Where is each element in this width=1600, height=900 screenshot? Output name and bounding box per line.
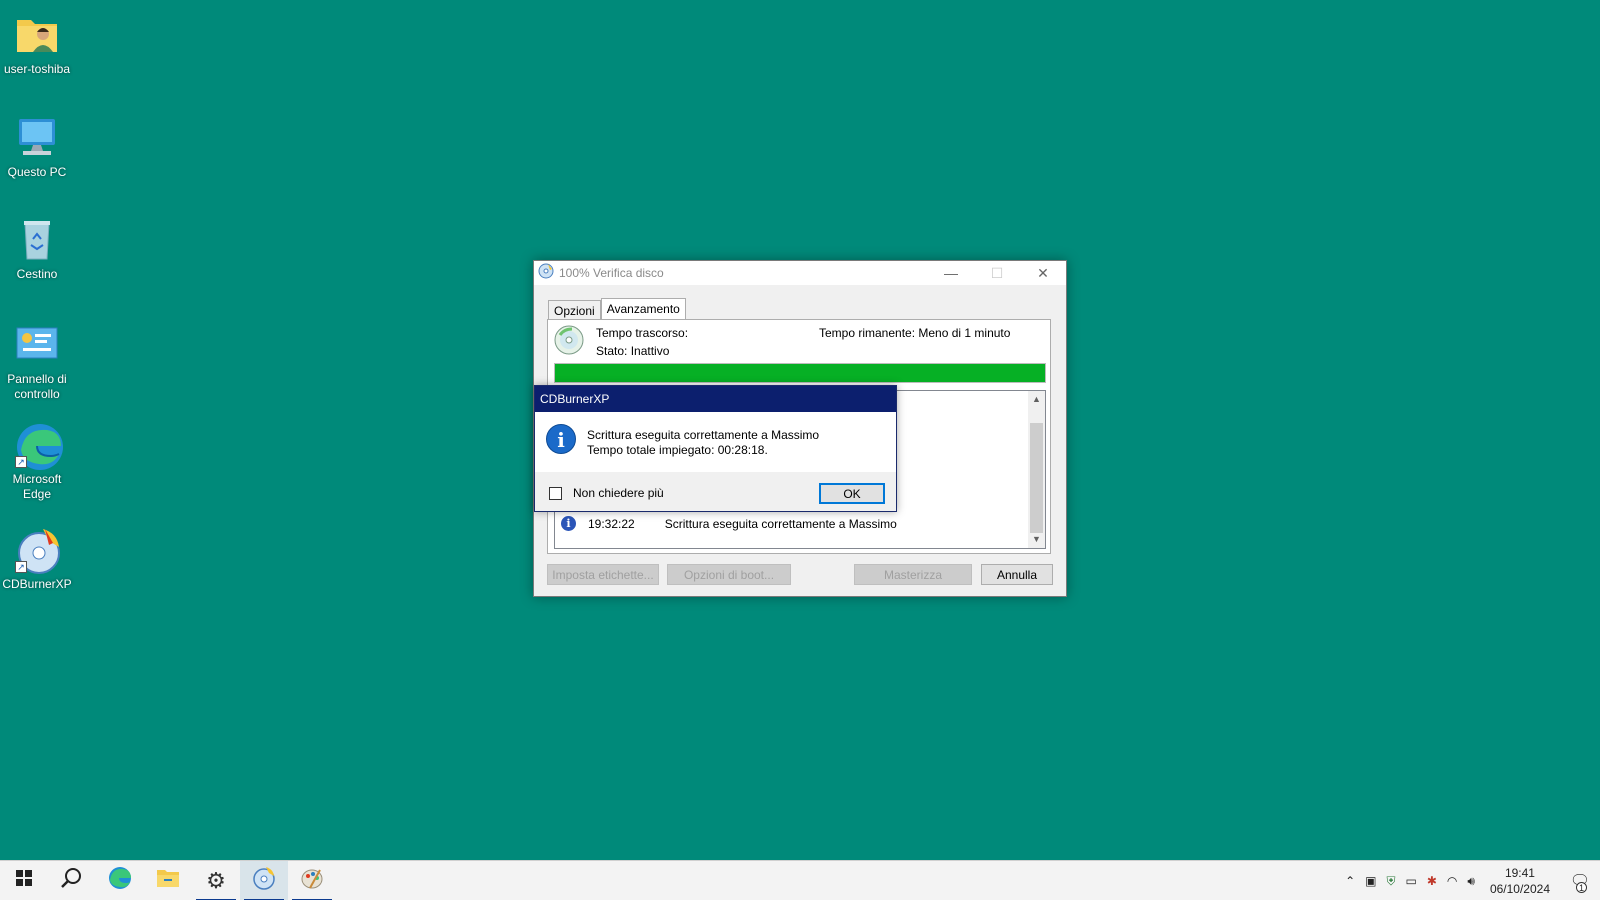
dialog-message-line1: Scrittura eseguita correttamente a Massi… [587, 428, 820, 442]
taskbar: ⚙ ⌃ ▣ ⛨ ▭ ✱ ◠ 🔊︎ 19:41 06/10/2024 🗨︎ 1 [0, 860, 1600, 900]
window-title: 100% Verifica disco [559, 266, 664, 280]
desktop-icon-label: Cestino [16, 267, 58, 281]
status-label: Stato: Inattivo [596, 344, 670, 358]
clock[interactable]: 19:41 06/10/2024 [1490, 865, 1550, 897]
dialog-message-line2: Tempo totale impiegato: 00:28:18. [587, 443, 768, 457]
notification-count: 1 [1576, 882, 1587, 893]
taskbar-paint[interactable] [288, 861, 336, 900]
log-scrollbar[interactable]: ▲ ▼ [1028, 391, 1045, 548]
dialog-title[interactable]: CDBurnerXP [535, 386, 896, 412]
windows-icon [16, 870, 32, 891]
desktop-icon-questo-pc[interactable]: Questo PC [0, 113, 74, 180]
cdburnerxp-icon: ↗ [13, 525, 61, 574]
desktop-icon-label: CDBurnerXP [2, 577, 72, 591]
chevron-up-icon[interactable]: ⌃ [1345, 874, 1355, 888]
wifi-icon[interactable]: ◠ [1447, 874, 1457, 888]
tray-network-drive-icon[interactable]: ▣ [1365, 874, 1376, 888]
desktop-icon-cdburnerxp[interactable]: ↗ CDBurnerXP [0, 525, 74, 592]
folder-icon [156, 868, 180, 893]
tray-app-icon[interactable]: ✱ [1427, 874, 1437, 888]
search-icon [61, 867, 83, 894]
control-panel-icon [13, 320, 61, 368]
search-button[interactable] [48, 861, 96, 900]
desktop-icon-user-toshiba[interactable]: user-toshiba [0, 10, 74, 77]
close-button[interactable]: ✕ [1020, 261, 1066, 285]
desktop-icon-cestino[interactable]: Cestino [0, 215, 74, 282]
ok-button[interactable]: OK [819, 483, 885, 504]
burn-button[interactable]: Masterizza [854, 564, 972, 585]
completion-dialog: CDBurnerXP i Scrittura eseguita corretta… [534, 385, 897, 512]
clock-date: 06/10/2024 [1489, 882, 1550, 896]
shortcut-arrow-icon: ↗ [15, 456, 27, 468]
tab-avanzamento[interactable]: Avanzamento [600, 298, 686, 321]
dont-ask-again-checkbox[interactable] [549, 487, 562, 500]
scroll-up-icon[interactable]: ▲ [1028, 391, 1045, 408]
notification-center-button[interactable]: 🗨︎ 1 [1560, 861, 1600, 900]
taskbar-settings[interactable]: ⚙ [192, 861, 240, 900]
recycle-bin-icon [13, 215, 61, 263]
elapsed-time-label: Tempo trascorso: [596, 326, 689, 340]
remaining-time-label: Tempo rimanente: Meno di 1 minuto [819, 326, 1011, 340]
cancel-button[interactable]: Annulla [981, 564, 1053, 585]
log-message: Scrittura eseguita correttamente a Massi… [664, 516, 897, 531]
system-tray: ⌃ ▣ ⛨ ▭ ✱ ◠ 🔊︎ 19:41 06/10/2024 🗨︎ 1 [1340, 861, 1600, 900]
progress-bar [554, 363, 1046, 383]
start-button[interactable] [0, 861, 48, 900]
set-labels-button[interactable]: Imposta etichette... [547, 564, 659, 585]
desktop-icon-microsoft-edge[interactable]: ↗ Microsoft Edge [0, 420, 74, 502]
maximize-icon: ☐ [990, 264, 1004, 281]
log-time: 19:32:22 [588, 516, 635, 531]
paint-icon [300, 866, 324, 895]
close-icon: ✕ [1037, 264, 1049, 281]
desktop-icon-label: Questo PC [7, 165, 67, 179]
computer-icon [13, 113, 61, 161]
maximize-button[interactable]: ☐ [974, 261, 1020, 285]
info-icon: i [546, 424, 576, 454]
taskbar-cdburnerxp[interactable] [240, 860, 288, 900]
minimize-button[interactable]: — [928, 261, 974, 285]
info-icon: i [561, 516, 576, 531]
log-row: i 19:32:22 Scrittura eseguita correttame… [561, 516, 897, 531]
desktop-icon-label: user-toshiba [3, 62, 71, 76]
defender-shield-icon[interactable]: ⛨ [1386, 874, 1395, 889]
taskbar-edge[interactable] [96, 861, 144, 900]
window-titlebar[interactable]: 100% Verifica disco — ☐ ✕ [534, 261, 1066, 285]
clock-time: 19:41 [1504, 866, 1535, 880]
desktop-icon-label: Microsoft Edge [12, 472, 62, 501]
cdburnerxp-icon [252, 866, 276, 895]
cdburnerxp-app-icon [538, 263, 554, 284]
dialog-body: i Scrittura eseguita correttamente a Mas… [535, 412, 896, 472]
dont-ask-again-label[interactable]: Non chiedere più [573, 486, 664, 500]
edge-icon: ↗ [13, 420, 63, 470]
disc-icon [554, 325, 584, 360]
scroll-down-icon[interactable]: ▼ [1028, 531, 1045, 548]
taskbar-file-explorer[interactable] [144, 861, 192, 900]
desktop-icon-pannello-di-controllo[interactable]: Pannello di controllo [0, 320, 74, 402]
minimize-icon: — [944, 265, 958, 281]
user-folder-icon [13, 10, 61, 58]
battery-icon[interactable]: ▭ [1405, 874, 1416, 888]
gear-icon: ⚙ [206, 867, 226, 893]
volume-icon[interactable]: 🔊︎ [1467, 874, 1475, 889]
edge-icon [108, 866, 132, 895]
desktop-icon-label: Pannello di controllo [7, 372, 67, 401]
boot-options-button[interactable]: Opzioni di boot... [667, 564, 791, 585]
shortcut-arrow-icon: ↗ [15, 561, 27, 573]
progress-fill [555, 364, 1045, 382]
scroll-thumb[interactable] [1030, 423, 1043, 533]
